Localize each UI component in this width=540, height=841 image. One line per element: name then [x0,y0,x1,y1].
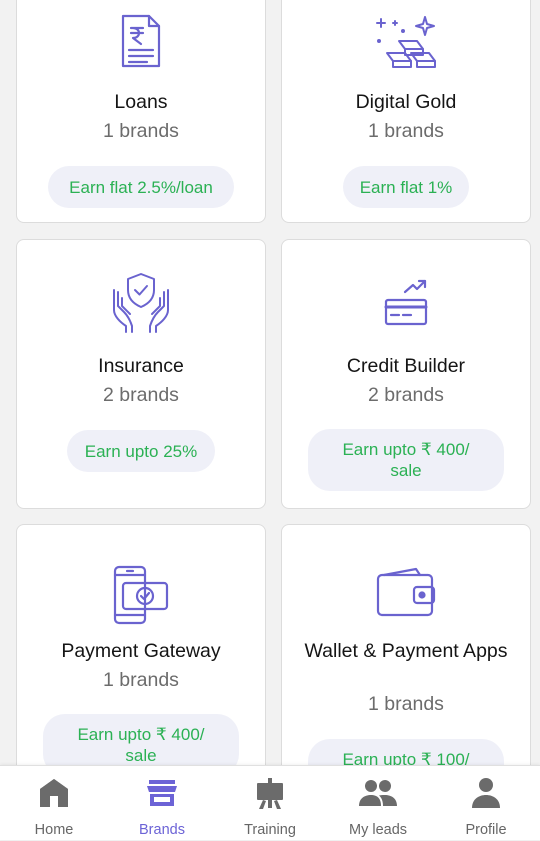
nav-label: My leads [348,822,408,838]
people-icon [357,776,399,815]
brand-count: 1 brands [103,120,179,142]
loan-document-rupee-icon [119,13,163,74]
earn-badge: Earn upto ₹ 100/ [308,739,504,765]
nav-label: Training [244,822,296,838]
gold-bars-icon [373,15,439,76]
category-card-wallet-payment-apps[interactable]: Wallet & Payment Apps 1 brands Earn upto… [281,524,531,765]
nav-label: Home [34,822,74,838]
brand-count: 1 brands [103,669,179,691]
nav-my-leads[interactable]: My leads [324,766,432,841]
earn-badge: Earn upto ₹ 400/ sale [43,714,239,765]
category-title: Credit Builder [346,355,466,377]
category-card-insurance[interactable]: Insurance 2 brands Earn upto 25% [16,239,266,509]
store-icon [145,776,179,815]
earn-badge: Earn flat 2.5%/loan [48,166,234,208]
person-icon [469,776,503,815]
nav-home[interactable]: Home [0,766,108,841]
home-icon [37,776,71,815]
nav-training[interactable]: Training [216,766,324,841]
brands-grid: Loans 1 brands Earn flat 2.5%/loan Digit… [0,0,540,765]
shield-hands-icon [110,270,172,339]
brand-count: 2 brands [103,384,179,406]
wallet-icon [374,565,438,624]
nav-brands[interactable]: Brands [108,766,216,841]
category-title: Loans [114,91,168,113]
category-title: Payment Gateway [61,640,221,662]
category-card-digital-gold[interactable]: Digital Gold 1 brands Earn flat 1% [281,0,531,223]
category-title: Insurance [98,355,184,377]
category-title: Digital Gold [355,91,457,113]
presentation-board-icon [253,776,287,815]
category-title: Wallet & Payment Apps [304,640,508,662]
brand-count: 2 brands [368,384,444,406]
credit-card-trend-icon [383,278,429,333]
brand-count: 1 brands [368,120,444,142]
category-card-loans[interactable]: Loans 1 brands Earn flat 2.5%/loan [16,0,266,223]
category-card-credit-builder[interactable]: Credit Builder 2 brands Earn upto ₹ 400/… [281,239,531,509]
nav-profile[interactable]: Profile [432,766,540,841]
category-card-payment-gateway[interactable]: Payment Gateway 1 brands Earn upto ₹ 400… [16,524,266,765]
brand-count: 1 brands [368,693,444,715]
bottom-navigation: Home Brands Training My leads Profile [0,765,540,840]
nav-label: Profile [465,822,507,838]
nav-label: Brands [139,822,185,838]
earn-badge: Earn upto ₹ 400/ sale [308,429,504,491]
phone-payment-icon [109,563,173,632]
earn-badge: Earn flat 1% [343,166,469,208]
earn-badge: Earn upto 25% [67,430,215,472]
